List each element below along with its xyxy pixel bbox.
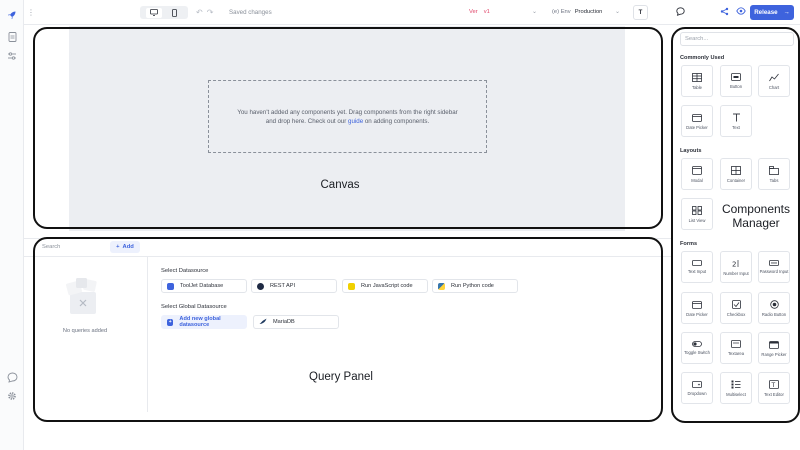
gear-icon[interactable]	[6, 390, 18, 402]
redo-icon[interactable]: ↷	[207, 8, 214, 17]
env-value: Production	[574, 9, 603, 15]
query-panel-outline	[33, 237, 663, 422]
comments-icon[interactable]	[6, 371, 18, 383]
rocket-logo-icon[interactable]	[6, 9, 18, 21]
device-toggle	[140, 6, 188, 19]
save-status: Saved changes	[229, 9, 272, 16]
release-label: Release	[754, 9, 778, 16]
release-button[interactable]: Release →	[750, 5, 794, 20]
arrow-right-icon: →	[783, 9, 790, 16]
desktop-view-icon[interactable]	[145, 7, 162, 18]
undo-redo-group: ↶ ↷	[196, 6, 224, 19]
undo-icon[interactable]: ↶	[196, 8, 203, 17]
canvas-outline	[33, 27, 663, 229]
version-value: v1	[483, 9, 490, 15]
version-selector[interactable]: Ver v1	[469, 9, 490, 15]
components-panel-outline	[671, 27, 800, 423]
pages-icon[interactable]	[6, 31, 18, 43]
chevron-down-icon[interactable]: ⌄	[615, 8, 620, 15]
more-icon[interactable]: ⋮	[27, 8, 35, 17]
mobile-view-icon[interactable]	[167, 8, 183, 18]
theme-button[interactable]: T	[633, 5, 648, 20]
environment-selector[interactable]: (e) Env Production	[552, 9, 602, 15]
env-label: (e) Env	[552, 9, 571, 15]
chat-icon[interactable]	[676, 7, 685, 18]
settings-sliders-icon[interactable]	[6, 50, 18, 62]
left-sidebar	[0, 0, 24, 450]
chevron-down-icon[interactable]: ⌄	[532, 8, 537, 15]
version-label: Ver	[469, 9, 478, 15]
share-icon[interactable]	[720, 7, 729, 18]
preview-eye-icon[interactable]	[736, 7, 746, 17]
